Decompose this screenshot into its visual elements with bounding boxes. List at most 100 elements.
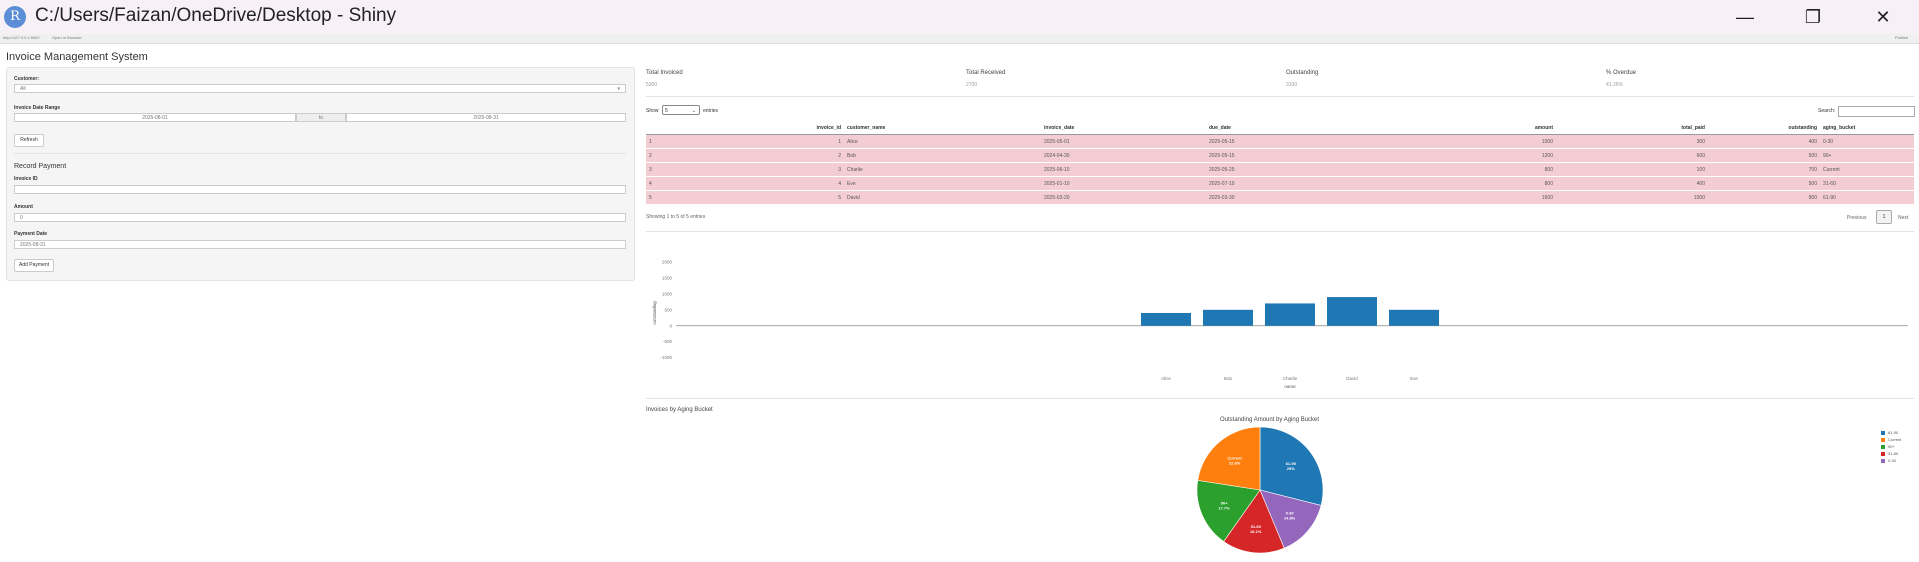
legend-label: 0-30	[1888, 458, 1897, 463]
legend-item[interactable]: Current	[1881, 437, 1901, 442]
summary-label: Outstanding	[1286, 70, 1319, 76]
bar[interactable]	[1389, 309, 1439, 326]
legend-item[interactable]: 61-90	[1881, 430, 1898, 435]
column-header[interactable]: total_paid	[1556, 122, 1708, 135]
table-row[interactable]: 2 2 Bob 2024-04-30 2025-05-15 1200 600 500 90+	[646, 148, 1914, 163]
table-cell: 90+	[1820, 148, 1914, 163]
table-cell: 5	[814, 190, 844, 204]
summary-label: Total Received	[966, 70, 1006, 76]
payment-date-label: Payment Date	[14, 231, 48, 237]
pie-legend: 61-90 Current 90+ 31-60 0-30	[1881, 430, 1917, 466]
date-from-input[interactable]: 2025-08-01	[14, 113, 296, 122]
column-header[interactable]: amount	[1442, 122, 1556, 135]
table-cell: 2025-05-15	[1206, 148, 1442, 163]
legend-item[interactable]: 0-30	[1881, 458, 1896, 463]
legend-label: Current	[1888, 437, 1902, 442]
table-cell: 800	[1442, 176, 1556, 191]
aging-pie-chart: 61-9029%0-3014.8%31-6016.1%90+17.7%Curre…	[1196, 426, 1324, 554]
amount-input[interactable]: 0	[14, 213, 626, 222]
customer-select-value: All	[20, 86, 26, 92]
close-button[interactable]: ✕	[1863, 4, 1903, 30]
table-cell: 500	[1708, 148, 1820, 163]
table-cell: 1600	[1442, 190, 1556, 204]
pie-slice-value: 14.8%	[1284, 516, 1296, 521]
minimize-button[interactable]: —	[1725, 4, 1765, 30]
table-cell: 2	[646, 148, 814, 163]
publish-button[interactable]: Publish	[1895, 35, 1908, 40]
date-range-separator: to	[296, 113, 346, 122]
invoice-id-input[interactable]	[14, 185, 626, 194]
table-cell: 5	[646, 190, 814, 204]
refresh-button[interactable]: Refresh	[14, 134, 44, 147]
date-to-input[interactable]: 2025-08-31	[346, 113, 626, 122]
page-length-value: 5	[665, 108, 668, 114]
window-titlebar: R C:/Users/Faizan/OneDrive/Desktop - Shi…	[0, 0, 1919, 34]
customer-select[interactable]: All ▾	[14, 84, 626, 93]
bar[interactable]	[1141, 313, 1191, 326]
table-cell: 31-60	[1820, 176, 1914, 191]
add-payment-button[interactable]: Add Payment	[14, 259, 54, 272]
page-length-select[interactable]: 5 ⌄	[662, 105, 700, 115]
search-label: Search:	[1818, 108, 1836, 114]
bar[interactable]	[1265, 303, 1315, 326]
table-cell: 2025-05-01	[1041, 134, 1206, 149]
legend-label: 31-60	[1888, 451, 1899, 456]
table-cell: 1	[646, 134, 814, 149]
table-row[interactable]: 4 4 Eve 2025-01-10 2025-07-10 800 400 500 31-60	[646, 176, 1914, 191]
y-tick-label: 1000	[662, 291, 673, 296]
table-row[interactable]: 5 5 David 2025-03-20 2025-03-30 1600 1000 900 61…	[646, 190, 1914, 204]
payment-date-input[interactable]: 2025-08-31	[14, 240, 626, 249]
r-app-icon: R	[4, 6, 26, 28]
maximize-button[interactable]: ❐	[1793, 4, 1833, 30]
legend-item[interactable]: 90+	[1881, 444, 1895, 449]
table-cell: 2025-05-15	[1206, 134, 1442, 149]
page-1-button[interactable]: 1	[1876, 210, 1892, 224]
column-header[interactable]: due_date	[1206, 122, 1442, 135]
table-header-row: invoice_id customer_name invoice_date du…	[646, 122, 1914, 135]
sidebar-divider	[14, 153, 626, 154]
bar[interactable]	[1203, 309, 1253, 326]
table-cell: 2025-06-10	[1041, 162, 1206, 177]
column-header[interactable]: outstanding	[1708, 122, 1820, 135]
column-header[interactable]: invoice_id	[646, 122, 844, 135]
column-header[interactable]: aging_bucket	[1820, 122, 1914, 135]
y-tick-label: 2000	[662, 260, 673, 265]
column-header[interactable]: customer_name	[844, 122, 1041, 135]
show-entries-label: Show	[646, 108, 659, 114]
bar[interactable]	[1327, 297, 1377, 326]
summary-label: % Overdue	[1606, 70, 1637, 76]
chart-divider	[646, 398, 1914, 399]
sidebar-panel: Customer: All ▾ Invoice Date Range 2025-…	[6, 67, 635, 281]
search-input[interactable]	[1838, 106, 1915, 117]
x-tick-label: Alice	[1161, 376, 1171, 381]
column-header[interactable]: invoice_date	[1041, 122, 1206, 135]
legend-item[interactable]: 31-60	[1881, 451, 1898, 456]
legend-swatch	[1881, 458, 1885, 463]
table-row[interactable]: 1 1 Alice 2025-05-01 2025-05-15 1000 300 400 0-3…	[646, 134, 1914, 149]
table-cell: 3	[646, 162, 814, 177]
table-cell: David	[844, 190, 1041, 204]
record-payment-title: Record Payment	[14, 163, 67, 170]
viewer-toolbar: http://127.0.0.1:5987 Open in Browser Pu…	[0, 34, 1919, 44]
previous-page-button[interactable]: Previous	[1847, 215, 1866, 221]
x-tick-label: Bob	[1224, 376, 1233, 381]
table-cell: 2024-04-30	[1041, 148, 1206, 163]
table-cell: 300	[1556, 134, 1708, 149]
table-info: Showing 1 to 5 of 5 entries	[646, 214, 706, 220]
date-range-label: Invoice Date Range	[14, 105, 61, 111]
open-in-browser-button[interactable]: Open in Browser	[52, 35, 82, 40]
pie-slice-value: 22.6%	[1229, 460, 1241, 465]
table-cell: 0-30	[1820, 134, 1914, 149]
app-title: Invoice Management System	[6, 51, 148, 63]
table-cell: 400	[1708, 134, 1820, 149]
invoice-table: invoice_id customer_name invoice_date du…	[646, 122, 1914, 204]
amount-label: Amount	[14, 204, 33, 210]
table-cell: 100	[1556, 162, 1708, 177]
table-cell: 2	[814, 148, 844, 163]
table-cell: 2025-03-30	[1206, 190, 1442, 204]
table-row[interactable]: 3 3 Charlie 2025-06-10 2025-05-25 800 100 700 Cu…	[646, 162, 1914, 177]
y-tick-label: -1000	[660, 355, 672, 360]
chevron-down-icon: ▾	[617, 86, 620, 92]
next-page-button[interactable]: Next	[1898, 215, 1908, 221]
table-cell: 2025-07-10	[1206, 176, 1442, 191]
